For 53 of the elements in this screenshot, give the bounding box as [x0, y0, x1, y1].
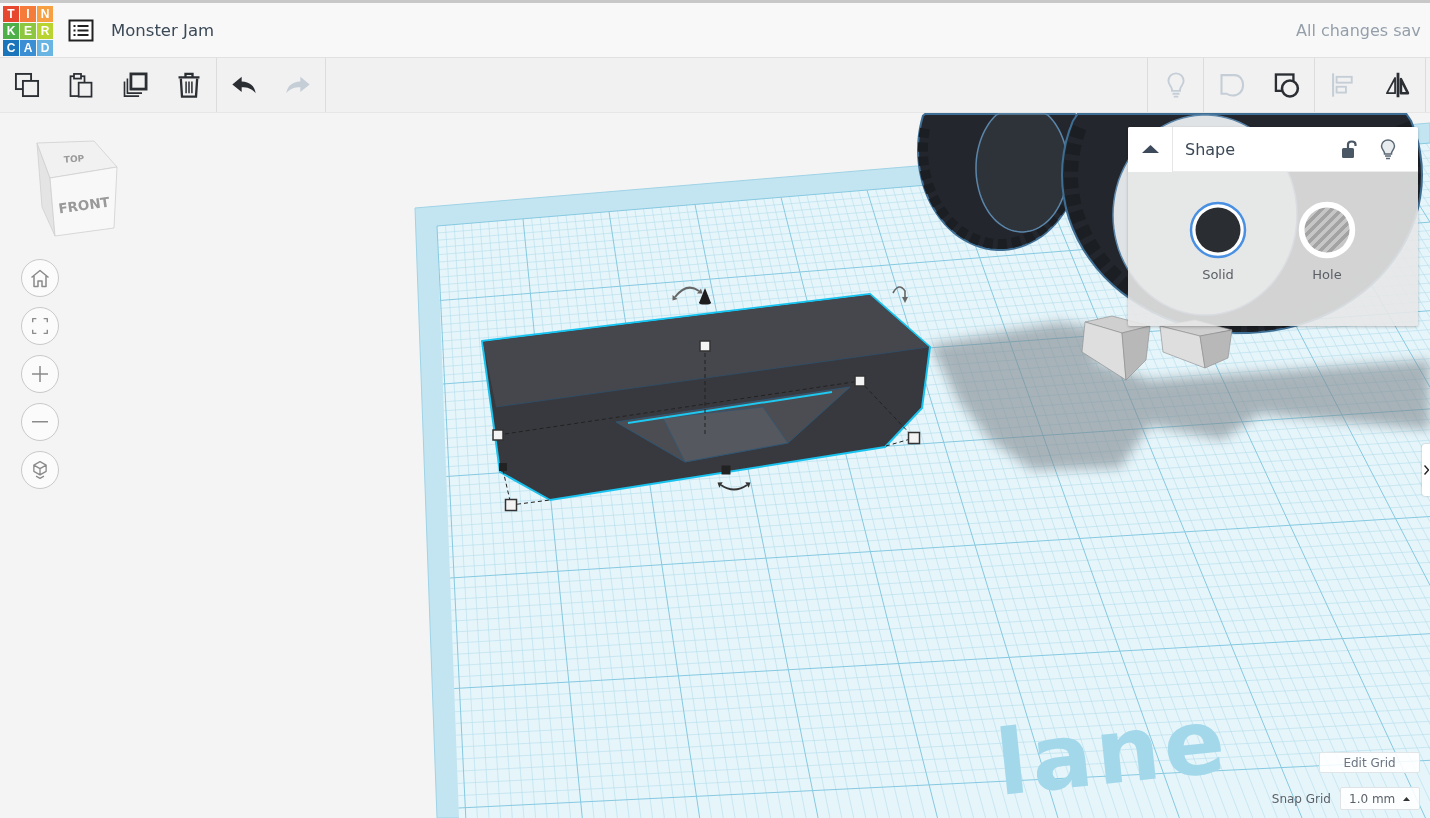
- frame-corners-icon: [32, 318, 48, 334]
- list-menu-icon[interactable]: [68, 18, 94, 42]
- square-circle-icon: [1272, 71, 1301, 99]
- plus-icon: [32, 366, 48, 382]
- snap-grid-dropdown[interactable]: 1.0 mm: [1340, 787, 1420, 810]
- project-title: Monster Jam: [111, 20, 215, 40]
- logo-tile: I: [20, 6, 36, 22]
- solid-option[interactable]: Solid: [1178, 201, 1258, 282]
- logo-tile: R: [37, 23, 53, 39]
- logo-tile: N: [37, 6, 53, 22]
- caret-icon: [1403, 796, 1411, 801]
- shape-outline-icon: [1217, 71, 1246, 99]
- chevron-icon: [1424, 465, 1429, 475]
- collapse-button[interactable]: [1128, 127, 1173, 172]
- logo-tile: D: [37, 40, 53, 56]
- cone-handle[interactable]: [699, 288, 711, 305]
- save-status: All changes sav: [1296, 20, 1422, 40]
- striped-circle-icon: [1298, 201, 1356, 259]
- logo-tile: T: [3, 6, 19, 22]
- panel-title: Shape: [1185, 139, 1236, 159]
- resize-handle[interactable]: [492, 429, 504, 441]
- resize-handle[interactable]: [854, 375, 866, 387]
- view-cube-top-face[interactable]: TOP: [36, 140, 118, 179]
- view-cube-front-face[interactable]: FRONT: [49, 166, 118, 237]
- projection-button[interactable]: [21, 451, 59, 489]
- edge-handle[interactable]: [721, 465, 731, 475]
- snap-grid-label: Snap Grid: [1271, 791, 1331, 806]
- filled-circle-icon: [1189, 201, 1247, 259]
- clipboard-icon: [67, 71, 95, 99]
- logo-tile: A: [20, 40, 36, 56]
- cube-icon: [33, 461, 47, 479]
- rotate-handle[interactable]: [672, 286, 703, 301]
- home-icon: [31, 269, 49, 287]
- copy-icon: [13, 71, 41, 99]
- rotate-handle[interactable]: [717, 482, 751, 491]
- rotate-handle[interactable]: [892, 286, 908, 303]
- resize-handle[interactable]: [907, 431, 921, 445]
- stacked-squares-icon: [121, 71, 149, 99]
- edge-handle[interactable]: [499, 463, 507, 471]
- logo-tile: E: [20, 23, 36, 39]
- padlock-icon[interactable]: [1341, 139, 1357, 159]
- home-button[interactable]: [21, 259, 59, 297]
- hole-option[interactable]: Hole: [1287, 201, 1367, 282]
- resize-handle[interactable]: [504, 498, 518, 512]
- edit-grid-button[interactable]: Edit Grid: [1319, 752, 1420, 773]
- lightbulb-icon[interactable]: [1380, 138, 1396, 160]
- workplane-label: lane: [991, 687, 1234, 816]
- logo-tile: K: [3, 23, 19, 39]
- logo-tile: C: [3, 40, 19, 56]
- resize-handle[interactable]: [699, 340, 711, 352]
- minus-icon: [32, 421, 48, 423]
- mirror-icon: [1383, 71, 1412, 99]
- side-tab-button[interactable]: [1422, 444, 1430, 496]
